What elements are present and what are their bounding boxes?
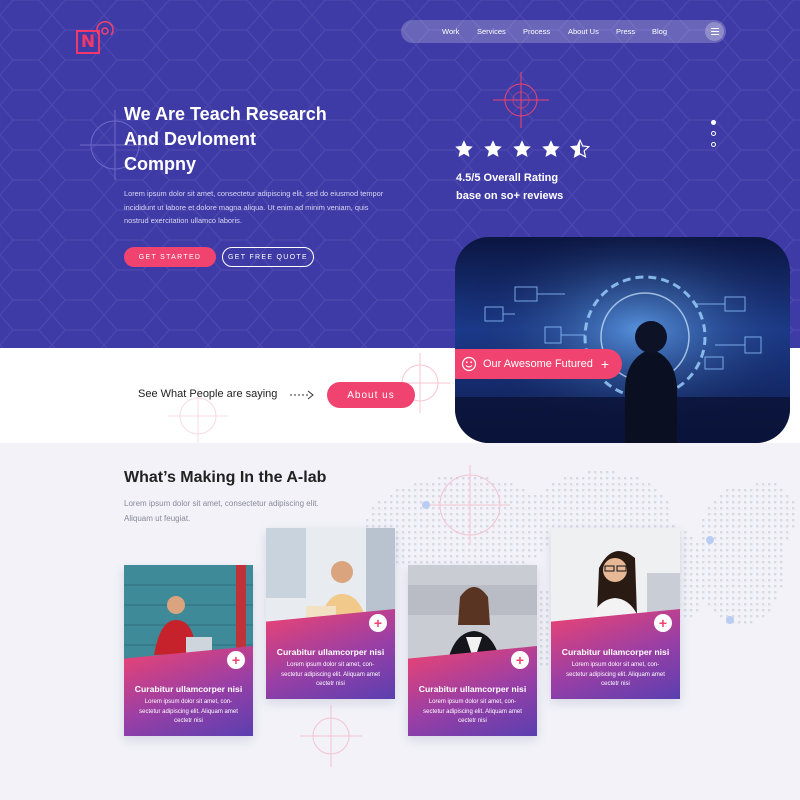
card-text: Lorem ipsum dolor sit amet, con- sectetu… <box>139 699 238 724</box>
nav-item-blog[interactable]: Blog <box>652 27 667 36</box>
arrow-right-icon <box>290 390 314 400</box>
plus-icon[interactable]: + <box>511 651 529 669</box>
card-title: Curabitur ullamcorper nisi <box>561 647 670 657</box>
crosshair-decoration <box>493 72 549 128</box>
hero-title-line: Compny <box>124 154 196 174</box>
hero-title: We Are Teach Research And Devloment Comp… <box>124 102 384 177</box>
nav-item-process[interactable]: Process <box>523 27 550 36</box>
rating-line: 4.5/5 Overall Rating <box>456 172 559 184</box>
testimonial-prompt: See What People are saying <box>138 388 278 400</box>
section-title: What’s Making In the A-lab <box>124 469 327 486</box>
hero-title-line: We Are Teach Research <box>124 104 327 124</box>
card-text: Lorem ipsum dolor sit amet, con- sectetu… <box>566 662 665 687</box>
card-title: Curabitur ullamcorper nisi <box>418 684 527 694</box>
rating-text: 4.5/5 Overall Rating base on so+ reviews <box>456 169 606 205</box>
star-icon <box>513 140 531 157</box>
slider-dots <box>711 120 716 147</box>
card-text: Lorem ipsum dolor sit amet, con- sectetu… <box>423 699 522 724</box>
card[interactable]: + Curabitur ullamcorper nisi Lorem ipsum… <box>551 528 680 699</box>
featured-image[interactable] <box>455 237 790 443</box>
plus-icon[interactable]: + <box>654 614 672 632</box>
brand-logo[interactable]: N <box>76 20 116 60</box>
star-icon <box>542 140 560 157</box>
slider-dot[interactable] <box>711 142 716 147</box>
menu-icon[interactable] <box>705 22 724 41</box>
slider-dot[interactable] <box>711 131 716 136</box>
smile-icon <box>461 356 477 372</box>
section-description: Lorem ipsum dolor sit amet, consectetur … <box>124 499 319 523</box>
hero-title-line: And Devloment <box>124 129 257 149</box>
card-title: Curabitur ullamcorper nisi <box>276 647 385 657</box>
get-started-button[interactable]: GET STARTED <box>124 247 216 267</box>
nav-item-about[interactable]: About Us <box>568 27 599 36</box>
star-icon <box>455 140 473 157</box>
featured-pill-label: Our Awesome Futured <box>483 358 593 370</box>
wifi-arc-icon <box>96 20 114 36</box>
card[interactable]: + Curabitur ullamcorper nisi Lorem ipsum… <box>408 565 537 736</box>
nav-item-services[interactable]: Services <box>477 27 506 36</box>
tech-hud-illustration <box>455 237 790 443</box>
card[interactable]: + Curabitur ullamcorper nisi Lorem ipsum… <box>124 565 253 736</box>
get-quote-button[interactable]: GET FREE QUOTE <box>222 247 314 267</box>
card-title: Curabitur ullamcorper nisi <box>134 684 243 694</box>
about-us-button[interactable]: About us <box>327 382 415 408</box>
star-half-icon <box>570 139 590 159</box>
slider-dot[interactable] <box>711 120 716 125</box>
card[interactable]: + Curabitur ullamcorper nisi Lorem ipsum… <box>266 528 395 699</box>
star-icon <box>484 140 502 157</box>
rating-line: base on so+ reviews <box>456 190 564 202</box>
hero-description: Lorem ipsum dolor sit amet, consectetur … <box>124 189 384 225</box>
plus-icon[interactable]: + <box>227 651 245 669</box>
plus-icon[interactable]: + <box>369 614 387 632</box>
featured-pill[interactable]: Our Awesome Futured + <box>455 349 622 379</box>
plus-icon: + <box>600 356 610 372</box>
rating-stars <box>454 139 590 159</box>
nav-item-press[interactable]: Press <box>616 27 635 36</box>
card-text: Lorem ipsum dolor sit amet, con- sectetu… <box>281 662 380 687</box>
crosshair-decoration <box>300 705 362 767</box>
nav-item-work[interactable]: Work <box>442 27 459 36</box>
main-nav: Work Services Process About Us Press Blo… <box>401 20 726 43</box>
